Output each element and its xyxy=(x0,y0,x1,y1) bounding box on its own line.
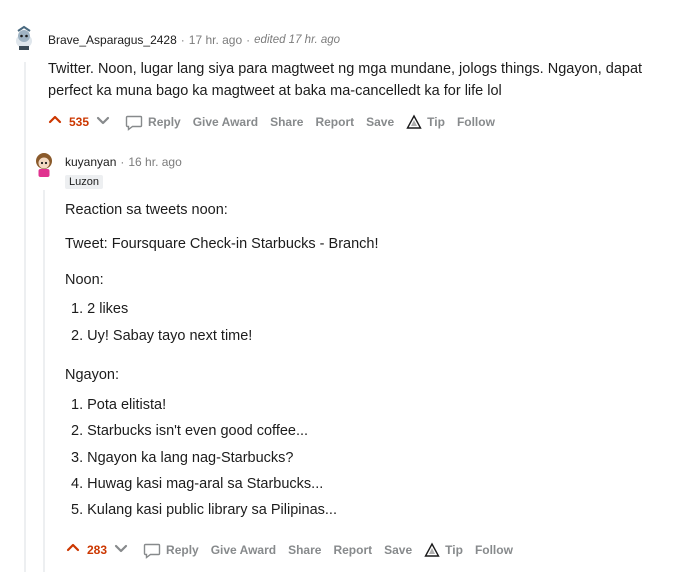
follow-label: Follow xyxy=(456,114,495,129)
give-award-button[interactable]: Give Award xyxy=(193,115,258,129)
reply-label: Reply xyxy=(166,542,199,557)
list-item-text: Uy! Sabay tayo next time! xyxy=(87,328,253,344)
separator: · xyxy=(120,155,125,169)
vote-controls: 535 xyxy=(47,112,111,131)
comment-paragraph: Reaction sa tweets noon: xyxy=(65,202,228,218)
save-button[interactable]: Save xyxy=(384,543,412,557)
report-label: Report xyxy=(315,114,355,129)
tip-triangle-icon xyxy=(424,542,440,558)
comment-paragraph: Tweet: Foursquare Check-in Starbucks - B… xyxy=(65,236,379,252)
tip-button[interactable]: Tip xyxy=(406,114,445,130)
timestamp[interactable]: 17 hr. ago xyxy=(189,33,242,47)
reply-button[interactable]: Reply xyxy=(125,113,181,131)
thread-line[interactable] xyxy=(43,190,45,572)
comment-bubble-icon xyxy=(125,113,143,131)
report-label: Report xyxy=(333,542,373,557)
list-item-text: Huwag kasi mag-aral sa Starbucks... xyxy=(87,476,324,492)
tip-triangle-icon xyxy=(406,114,422,130)
save-button[interactable]: Save xyxy=(366,115,394,129)
comment-actions: 535 Reply Give Award Share Report Save T… xyxy=(47,112,507,131)
snoo-avatar-icon[interactable] xyxy=(10,24,38,52)
reply-label: Reply xyxy=(148,114,181,129)
separator: · xyxy=(180,33,185,47)
follow-label: Follow xyxy=(474,542,513,557)
share-label: Share xyxy=(288,542,322,557)
list-item: 1. 2 likes xyxy=(71,301,129,317)
vote-controls: 283 xyxy=(65,540,129,559)
comment-bubble-icon xyxy=(143,541,161,559)
snoo-avatar-pink-icon[interactable] xyxy=(30,150,58,178)
upvote-arrow-icon[interactable] xyxy=(47,112,63,131)
share-button[interactable]: Share xyxy=(270,115,303,129)
thread-line[interactable] xyxy=(24,62,26,572)
save-label: Save xyxy=(384,542,413,557)
comment-actions: 283 Reply Give Award Share Report Save T… xyxy=(65,540,525,559)
give-award-button[interactable]: Give Award xyxy=(211,543,276,557)
comment-body: Twitter. Noon, lugar lang siya para magt… xyxy=(48,61,643,99)
follow-button[interactable]: Follow xyxy=(457,115,495,129)
vote-count: 283 xyxy=(87,542,108,557)
list-item: 1. Pota elitista! xyxy=(71,397,167,413)
list-item-text: Ngayon ka lang nag-Starbucks? xyxy=(87,450,294,466)
give-award-label: Give Award xyxy=(210,542,277,557)
list-item: 3. Ngayon ka lang nag-Starbucks? xyxy=(71,450,294,466)
list-item: 4. Huwag kasi mag-aral sa Starbucks... xyxy=(71,476,324,492)
comment-paragraph: Noon: xyxy=(65,272,104,288)
tip-label: Tip xyxy=(445,542,463,557)
follow-button[interactable]: Follow xyxy=(475,543,513,557)
edited-timestamp: edited 17 hr. ago xyxy=(254,34,341,46)
report-button[interactable]: Report xyxy=(333,543,372,557)
save-label: Save xyxy=(366,114,395,129)
give-award-label: Give Award xyxy=(192,114,259,129)
author-link[interactable]: Brave_Asparagus_2428 xyxy=(48,33,177,47)
comment-meta: Brave_Asparagus_2428 · 17 hr. ago · edit… xyxy=(48,33,340,47)
list-item-text: 2 likes xyxy=(87,301,129,317)
author-link[interactable]: kuyanyan xyxy=(65,155,116,169)
comment-paragraph: Ngayon: xyxy=(65,367,120,383)
user-flair: Luzon xyxy=(65,175,103,189)
list-item: 2. Uy! Sabay tayo next time! xyxy=(71,328,253,344)
vote-count: 535 xyxy=(69,114,90,129)
comment-meta: kuyanyan · 16 hr. ago xyxy=(65,155,182,169)
list-item: 5. Kulang kasi public library sa Pilipin… xyxy=(71,502,337,518)
downvote-arrow-icon[interactable] xyxy=(113,540,129,559)
reply-button[interactable]: Reply xyxy=(143,541,199,559)
downvote-arrow-icon[interactable] xyxy=(95,112,111,131)
upvote-arrow-icon[interactable] xyxy=(65,540,81,559)
list-item-text: Pota elitista! xyxy=(87,397,167,413)
timestamp[interactable]: 16 hr. ago xyxy=(128,155,181,169)
share-label: Share xyxy=(270,114,304,129)
share-button[interactable]: Share xyxy=(288,543,321,557)
list-item: 2. Starbucks isn't even good coffee... xyxy=(71,423,309,439)
separator: · xyxy=(246,33,251,47)
tip-label: Tip xyxy=(427,114,445,129)
report-button[interactable]: Report xyxy=(315,115,354,129)
tip-button[interactable]: Tip xyxy=(424,542,463,558)
list-item-text: Kulang kasi public library sa Pilipinas.… xyxy=(87,502,337,518)
list-item-text: Starbucks isn't even good coffee... xyxy=(87,423,309,439)
